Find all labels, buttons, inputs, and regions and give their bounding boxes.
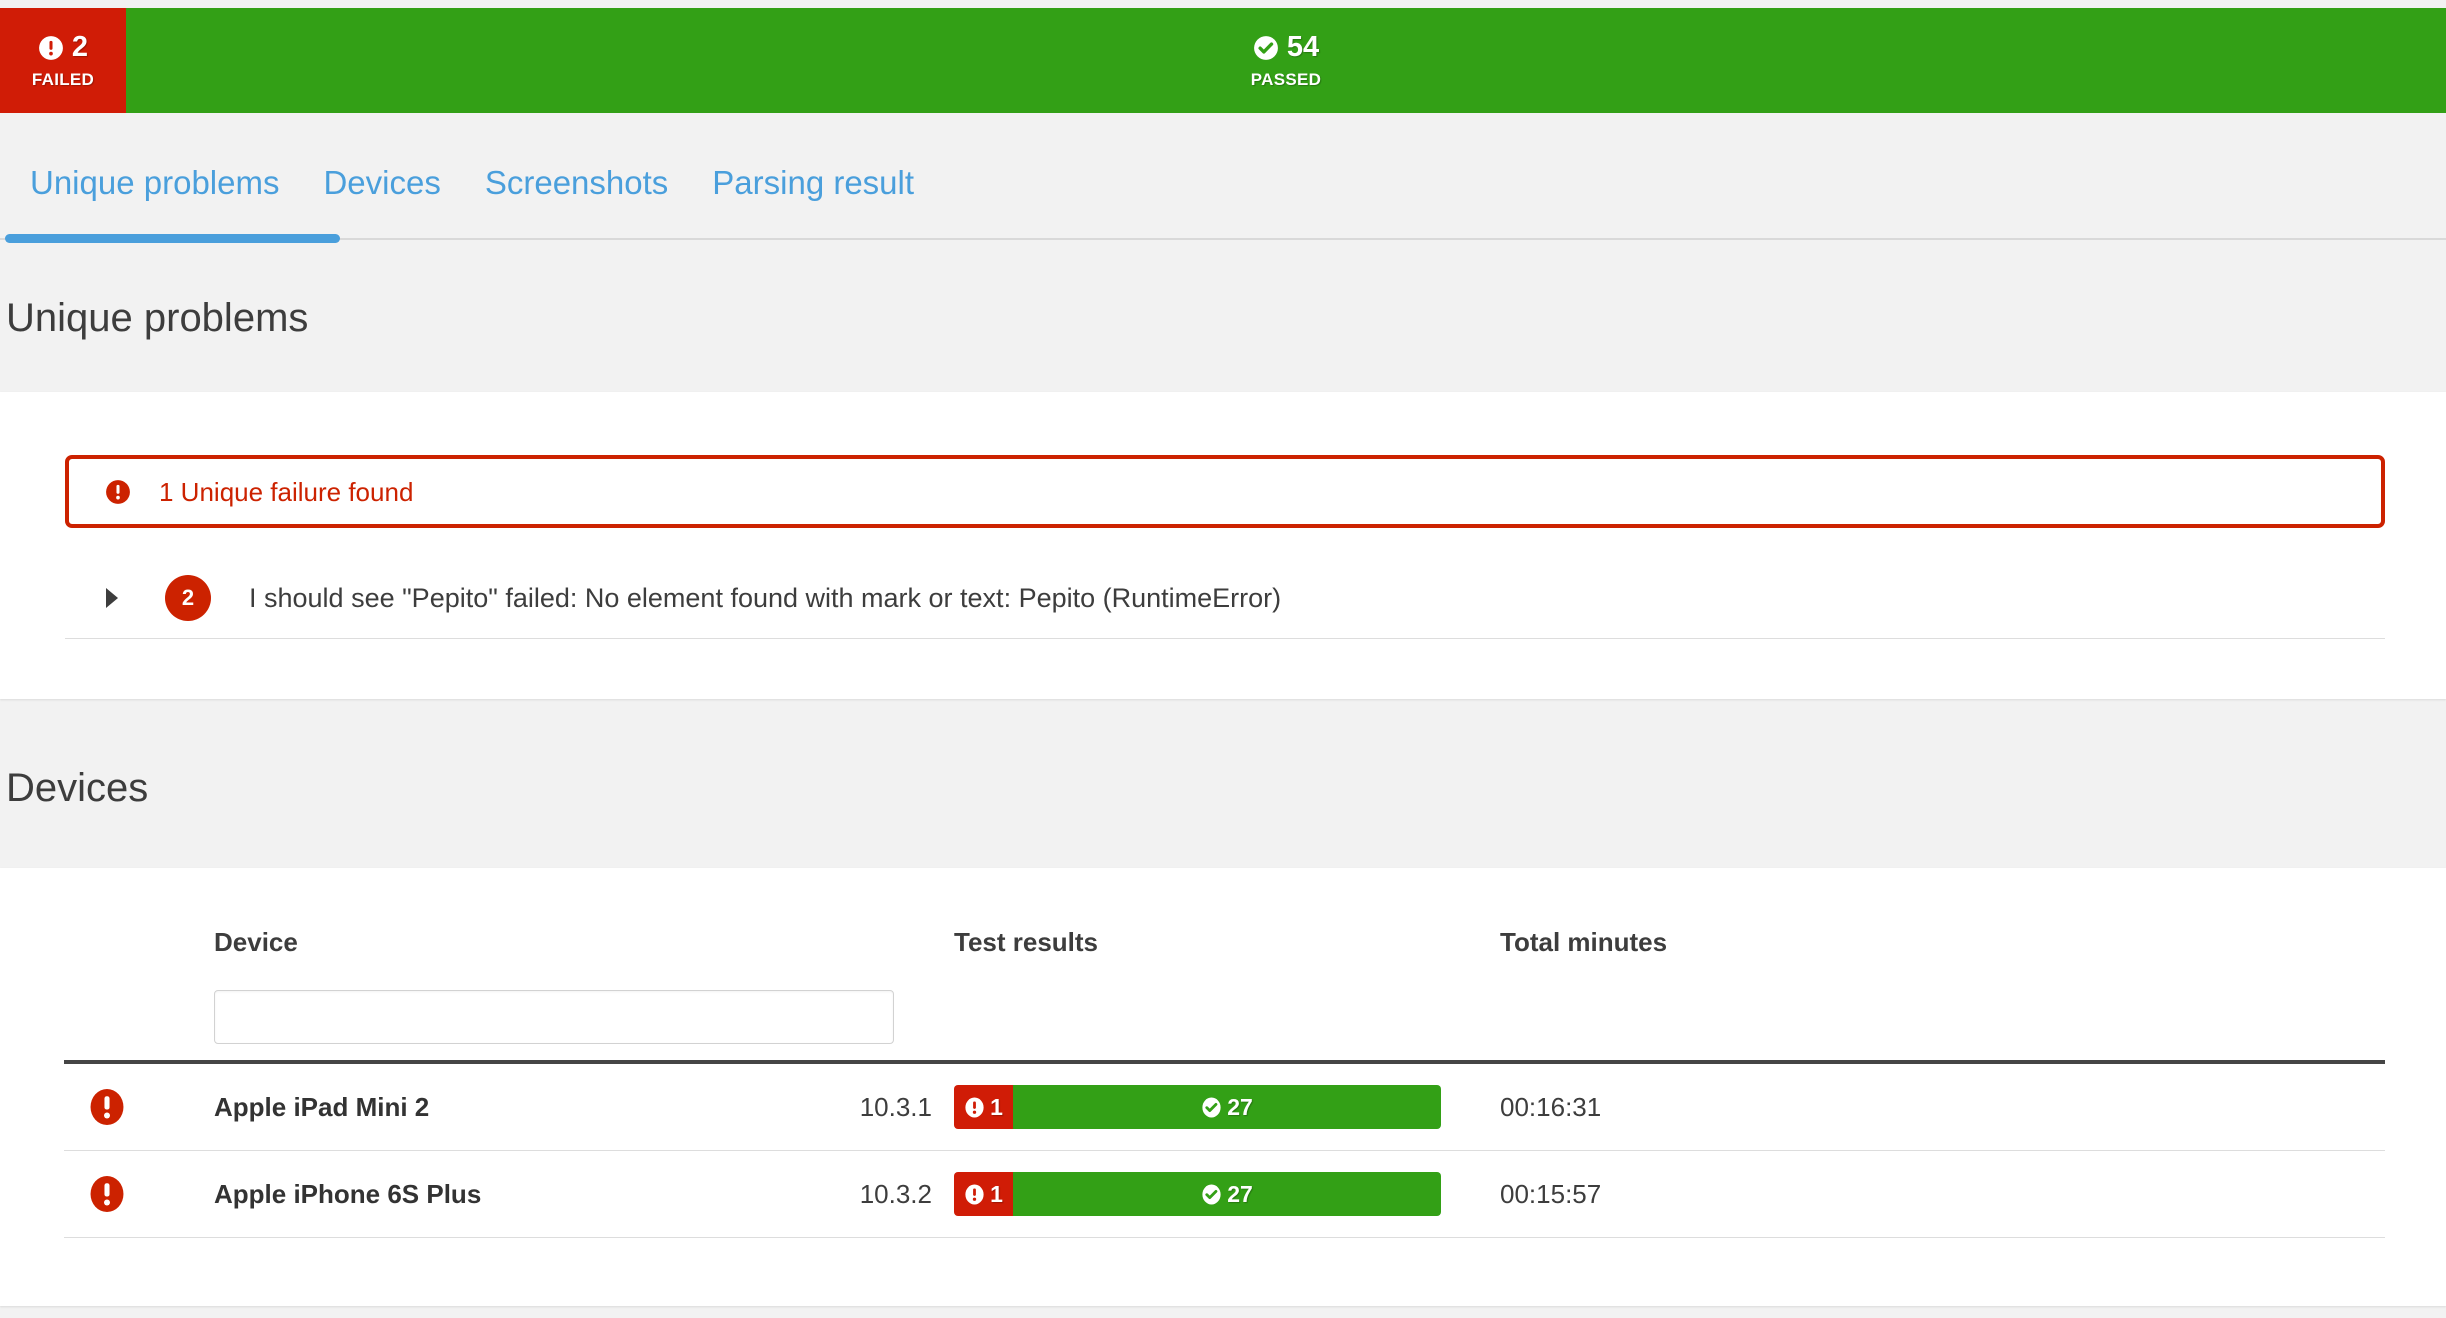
unique-failure-alert-text: 1 Unique failure found — [159, 476, 414, 507]
error-icon — [105, 479, 131, 505]
tab-parsing-result[interactable]: Parsing result — [690, 164, 936, 223]
table-row[interactable]: Apple iPhone 6S Plus 10.3.2 1 27 00:15:5… — [64, 1151, 2385, 1238]
summary-passed-count-group: 54 — [1253, 33, 1319, 62]
column-header-device: Device — [214, 927, 298, 957]
test-results-bar: 1 27 — [954, 1172, 1441, 1216]
device-name: Apple iPhone 6S Plus — [214, 1179, 482, 1209]
test-results-passed-segment: 27 — [1013, 1172, 1441, 1216]
device-version: 10.3.2 — [859, 1179, 932, 1209]
unique-failure-alert: 1 Unique failure found — [65, 455, 2385, 528]
devices-heading: Devices — [6, 766, 149, 810]
summary-failed-count-group: 2 — [38, 33, 88, 62]
unique-problems-card: 1 Unique failure found 2 I should see "P… — [0, 392, 2446, 699]
error-icon — [38, 35, 64, 61]
test-results-passed-count: 27 — [1227, 1180, 1253, 1207]
device-total-minutes: 00:15:57 — [1500, 1179, 1602, 1209]
tab-underline-track — [0, 238, 2446, 240]
device-results-cell: 1 27 — [932, 1085, 1442, 1129]
summary-bar: 2 FAILED 54 PASSED — [0, 8, 2446, 113]
unique-problems-heading: Unique problems — [6, 296, 309, 340]
summary-failed-count: 2 — [71, 31, 89, 63]
devices-table: Device Test results Total minutes Apple … — [64, 910, 2385, 1238]
check-circle-icon — [1201, 1184, 1222, 1205]
check-circle-icon — [1253, 35, 1279, 61]
column-header-total-minutes: Total minutes — [1500, 927, 1668, 957]
test-results-failed-segment: 1 — [954, 1085, 1013, 1129]
caret-right-icon[interactable] — [101, 585, 123, 611]
report-page: 2 FAILED 54 PASSED Unique problems Devic… — [0, 0, 2446, 1318]
device-status-cell — [64, 1175, 140, 1213]
summary-passed-count: 54 — [1286, 31, 1320, 63]
error-icon — [964, 1184, 985, 1205]
failure-message: I should see "Pepito" failed: No element… — [249, 582, 1282, 613]
device-status-cell — [64, 1088, 140, 1126]
test-results-failed-segment: 1 — [954, 1172, 1013, 1216]
test-results-passed-segment: 27 — [1013, 1085, 1441, 1129]
check-circle-icon — [1201, 1097, 1222, 1118]
tab-devices[interactable]: Devices — [301, 164, 462, 223]
summary-failed[interactable]: 2 FAILED — [0, 8, 126, 113]
failure-count-badge: 2 — [165, 575, 211, 621]
error-icon — [964, 1097, 985, 1118]
devices-filter-row — [64, 974, 2385, 1060]
filter-device-cell — [140, 990, 894, 1044]
device-results-cell: 1 27 — [932, 1172, 1442, 1216]
summary-passed-label: PASSED — [1250, 70, 1322, 89]
tab-active-indicator — [5, 234, 340, 243]
test-results-failed-count: 1 — [990, 1093, 1003, 1120]
devices-card: Device Test results Total minutes Apple … — [0, 868, 2446, 1306]
devices-table-header: Device Test results Total minutes — [64, 910, 2385, 974]
tab-unique-problems[interactable]: Unique problems — [30, 164, 301, 223]
device-name: Apple iPad Mini 2 — [214, 1092, 430, 1122]
error-icon — [88, 1175, 126, 1213]
error-icon — [88, 1088, 126, 1126]
failure-list-item[interactable]: 2 I should see "Pepito" failed: No eleme… — [65, 558, 2385, 639]
tab-bar: Unique problems Devices Screenshots Pars… — [0, 164, 2446, 243]
table-row[interactable]: Apple iPad Mini 2 10.3.1 1 27 00:16:31 — [64, 1064, 2385, 1151]
device-version: 10.3.1 — [859, 1092, 932, 1122]
test-results-bar: 1 27 — [954, 1085, 1441, 1129]
tab-screenshots[interactable]: Screenshots — [463, 164, 690, 223]
column-header-test-results: Test results — [954, 927, 1099, 957]
summary-failed-label: FAILED — [31, 70, 95, 89]
summary-passed[interactable]: 54 PASSED — [126, 8, 2446, 113]
device-total-minutes: 00:16:31 — [1500, 1092, 1602, 1122]
device-filter-input[interactable] — [214, 990, 894, 1044]
test-results-passed-count: 27 — [1227, 1093, 1253, 1120]
test-results-failed-count: 1 — [990, 1180, 1003, 1207]
